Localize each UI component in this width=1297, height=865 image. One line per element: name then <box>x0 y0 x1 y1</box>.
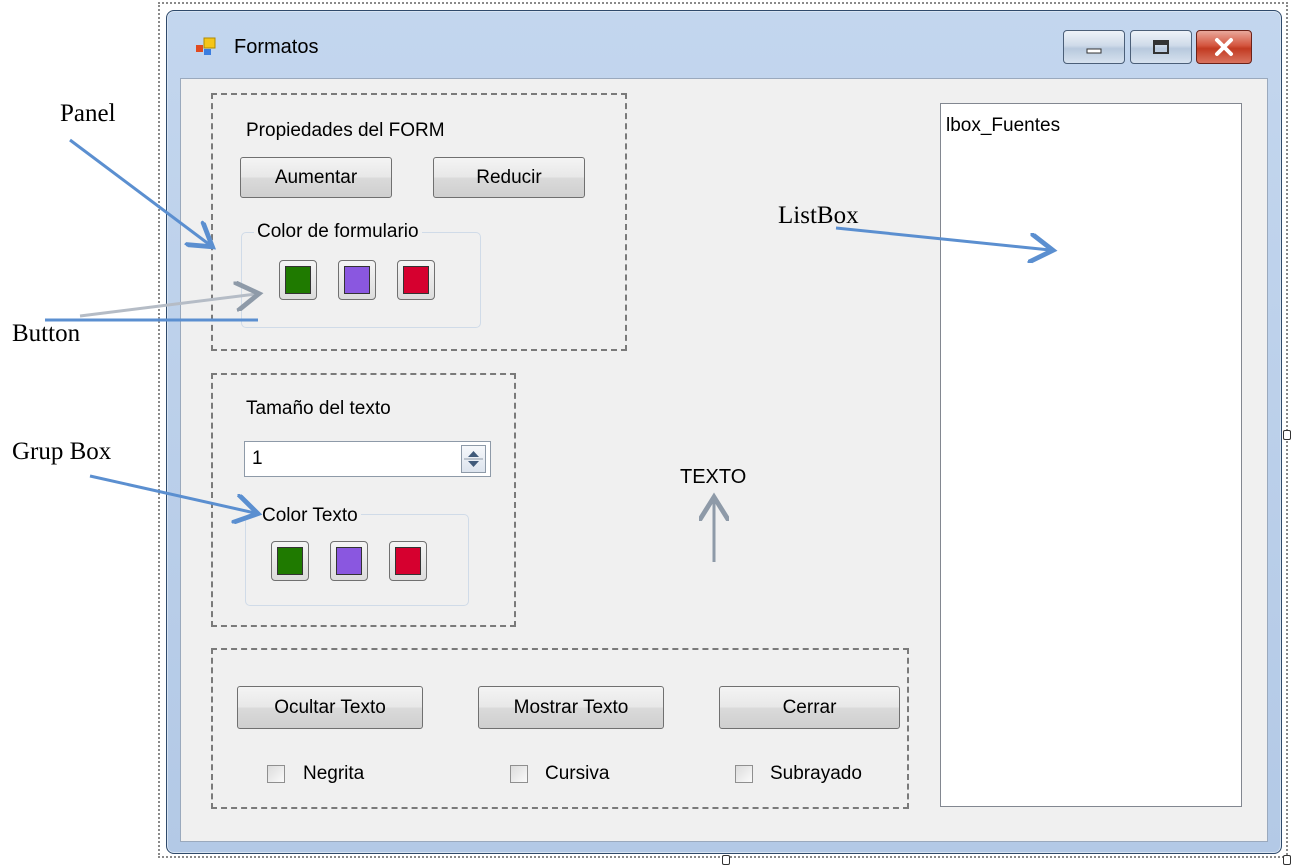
arrow-panel <box>69 138 210 245</box>
arrow-groupbox <box>89 474 255 513</box>
arrow-button <box>79 294 256 318</box>
annotation-arrows <box>45 138 1297 562</box>
arrow-listbox <box>835 226 1050 250</box>
